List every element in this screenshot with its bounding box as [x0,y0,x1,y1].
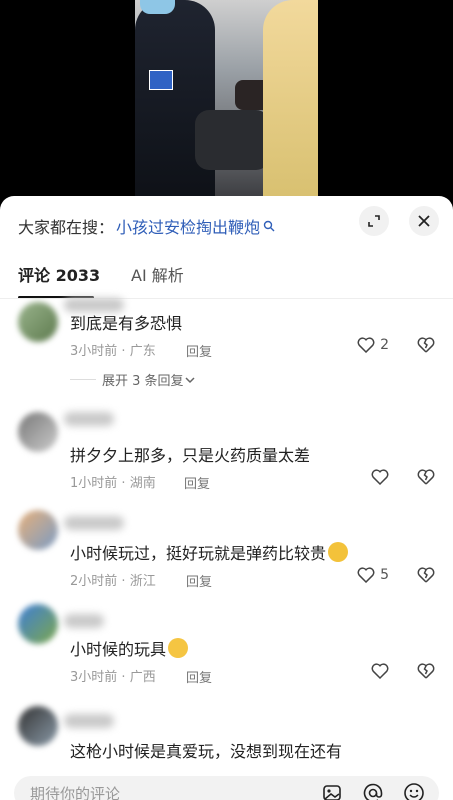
comment-text-content: 小时候的玩具 [70,640,167,659]
broken-heart-icon [417,567,435,583]
comment-time: 2小时前 [70,574,118,589]
comment-text: 拼夕夕上那多，只是火药质量太差 [70,446,311,465]
avatar[interactable] [18,412,58,452]
broken-heart-icon [417,469,435,485]
like-count: 2 [380,337,389,353]
comment-time: 3小时前 [70,670,118,685]
thinking-emoji-icon [328,542,349,562]
comment-meta: 2小时前 · 浙江 [70,570,156,589]
comment-text: 到底是有多恐惧 [70,314,183,333]
heart-icon [357,567,375,583]
face-mask-shape [140,0,175,14]
username-blurred[interactable] [64,516,124,530]
like-button[interactable] [371,469,389,485]
close-button[interactable] [409,206,439,236]
laughing-emoji-icon [168,638,189,658]
heart-icon [371,663,389,679]
at-mention-icon[interactable] [362,782,384,800]
dislike-button[interactable] [417,567,435,587]
username-blurred[interactable] [64,714,114,728]
image-icon[interactable] [321,782,343,800]
search-prefix: 大家都在搜： [18,218,115,237]
avatar[interactable] [18,510,58,550]
comment-item: 小时候玩过，挺好玩就是弹药比较贵 2小时前 · 浙江 回复 5 [0,504,453,598]
comment-location: 湖南 [129,476,156,491]
like-count: 5 [380,567,389,583]
comments-sheet: 大家都在搜： 小孩过安检掏出鞭炮 评论 2033 AI 解析 到底是有多恐惧 3… [0,196,453,800]
username-blurred[interactable] [64,412,114,426]
meta-separator: · [117,670,130,685]
comment-time: 1小时前 [70,476,118,491]
expand-button[interactable] [359,206,389,236]
reply-button[interactable]: 回复 [186,341,212,360]
tab-comments[interactable]: 评论 2033 [18,262,100,286]
comment-item: 拼夕夕上那多，只是火药质量太差 1小时前 · 湖南 回复 [0,408,453,498]
comment-location: 广东 [129,344,156,359]
expand-replies-label: 展开 3 条回复 [102,374,184,389]
expand-line [70,379,96,380]
dislike-button[interactable] [417,337,435,357]
chevron-down-icon [185,376,195,383]
tab-ai-analysis[interactable]: AI 解析 [131,262,184,286]
expand-replies-button[interactable]: 展开 3 条回复 [70,370,196,389]
reply-button[interactable]: 回复 [186,667,212,686]
comment-time: 3小时前 [70,344,118,359]
comment-item: 到底是有多恐惧 3小时前 · 广东 回复 2 展开 3 条回复 [0,298,453,390]
avatar[interactable] [18,302,58,342]
meta-separator: · [117,476,130,491]
comment-location: 广西 [129,670,156,685]
comment-text: 小时候的玩具 [70,636,189,660]
bag-shape [195,110,270,170]
dislike-button[interactable] [417,469,435,489]
comment-location: 浙江 [129,574,156,589]
comment-text: 小时候玩过，挺好玩就是弹药比较贵 [70,540,349,564]
meta-separator: · [117,344,130,359]
video-person-left [135,0,215,200]
comment-text-content: 小时候玩过，挺好玩就是弹药比较贵 [70,544,327,563]
heart-icon [357,337,375,353]
video-person-right [263,0,318,200]
comment-text: 这枪小时候是真爱玩，没想到现在还有 [70,742,343,761]
comment-item: 小时候的玩具 3小时前 · 广西 回复 [0,600,453,696]
broken-heart-icon [417,663,435,679]
like-button[interactable] [371,663,389,679]
close-icon [418,215,430,227]
comment-meta: 3小时前 · 广西 [70,666,156,685]
video-player[interactable] [0,0,453,200]
username-blurred[interactable] [64,614,104,628]
comment-input-bar [14,776,439,800]
badge-shape [149,70,173,90]
search-term-link[interactable]: 小孩过安检掏出鞭炮 [116,214,260,238]
comment-tabs: 评论 2033 AI 解析 [18,262,435,299]
expand-icon [368,215,380,227]
comment-item: 这枪小时候是真爱玩，没想到现在还有 [0,702,453,772]
like-button[interactable]: 5 [357,567,389,583]
reply-button[interactable]: 回复 [184,473,210,492]
video-frame [135,0,318,200]
comment-meta: 1小时前 · 湖南 [70,472,156,491]
dislike-button[interactable] [417,663,435,683]
emoji-icon[interactable] [403,782,425,800]
avatar[interactable] [18,604,58,644]
heart-icon [371,469,389,485]
comment-meta: 3小时前 · 广东 [70,340,156,359]
avatar[interactable] [18,706,58,746]
reply-button[interactable]: 回复 [186,571,212,590]
meta-separator: · [117,574,130,589]
comment-input[interactable] [28,780,282,800]
broken-heart-icon [417,337,435,353]
search-icon [263,220,275,232]
like-button[interactable]: 2 [357,337,389,353]
